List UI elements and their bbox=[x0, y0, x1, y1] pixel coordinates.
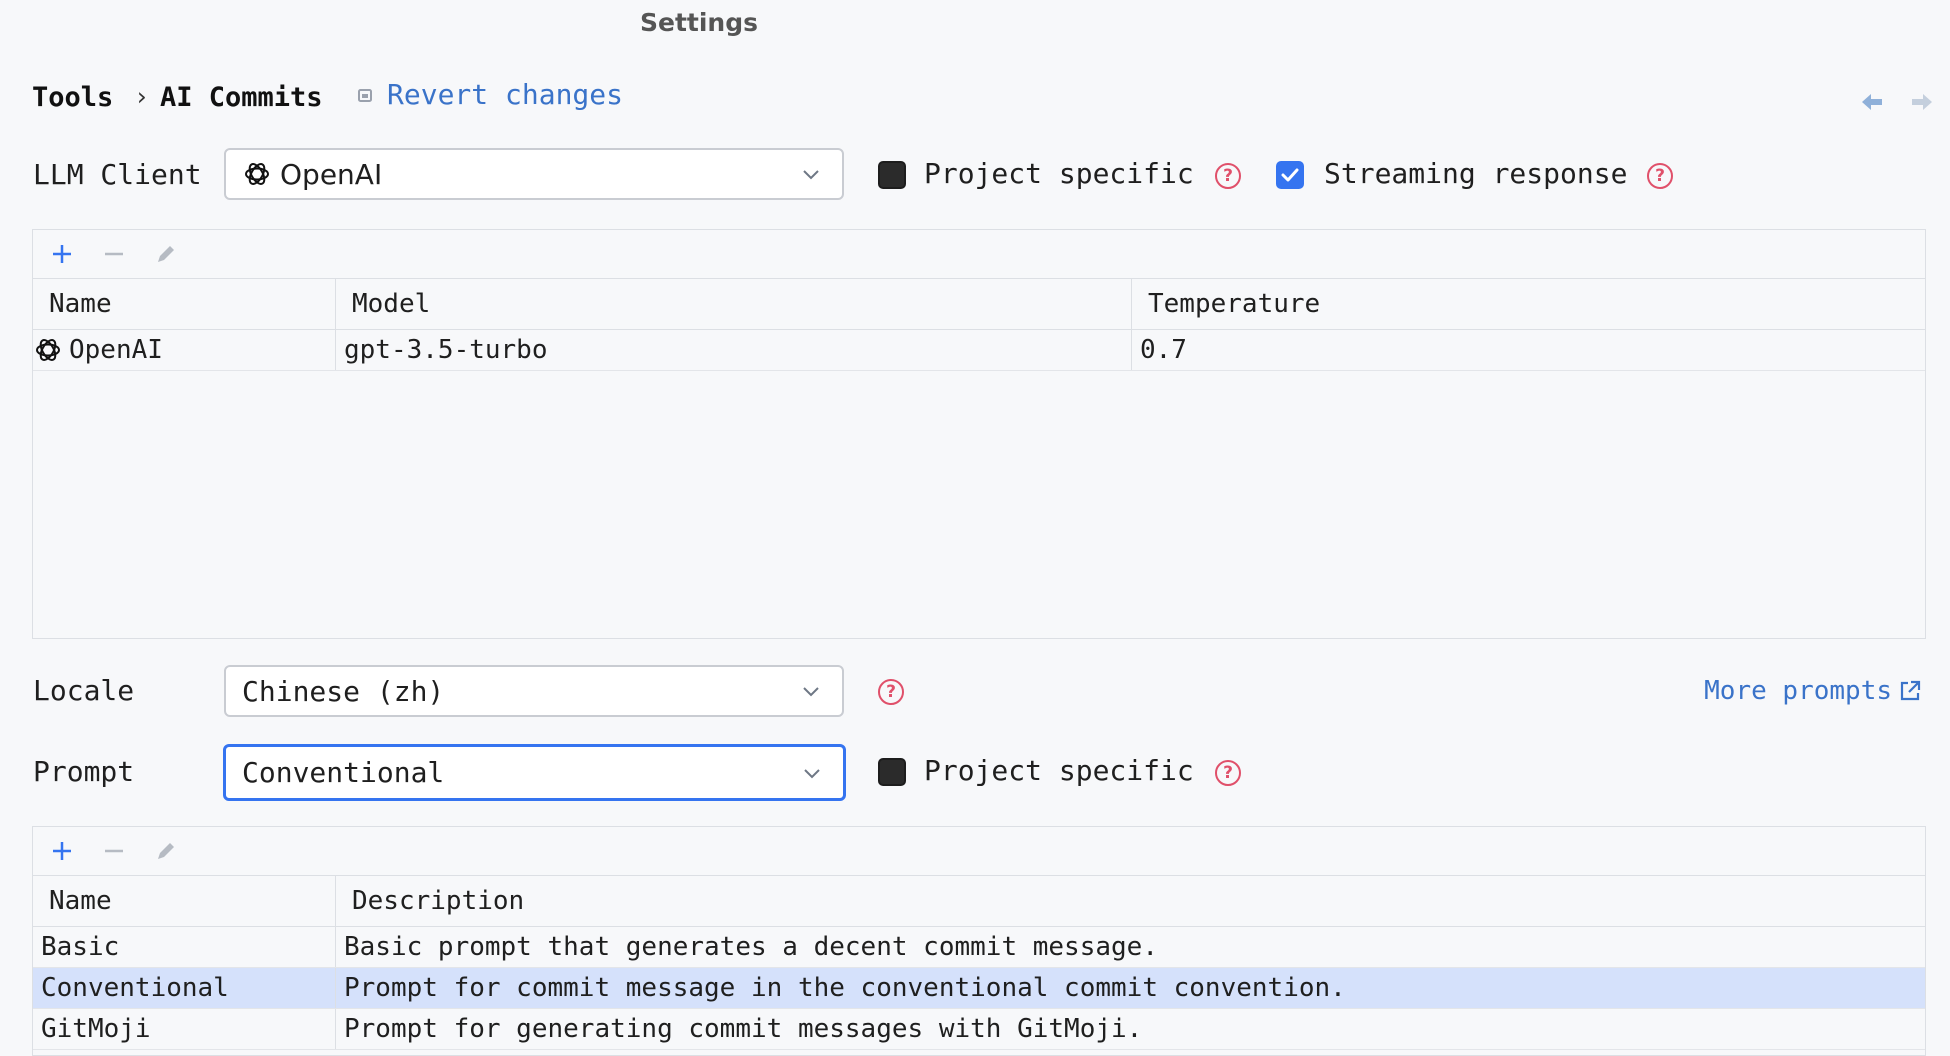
locale-dropdown[interactable]: Chinese (zh) bbox=[224, 665, 844, 717]
revert-changes-label: Revert changes bbox=[387, 78, 624, 111]
breadcrumb-parent[interactable]: Tools bbox=[32, 82, 113, 113]
pencil-icon bbox=[158, 246, 174, 262]
breadcrumb-separator: › bbox=[134, 82, 150, 111]
table-row-selected[interactable]: Conventional Prompt for commit message i… bbox=[33, 968, 1925, 1009]
external-link-icon bbox=[1900, 680, 1921, 701]
client-model: gpt-3.5-turbo bbox=[335, 330, 1131, 370]
remove-prompt-button[interactable] bbox=[99, 836, 129, 866]
add-client-button[interactable] bbox=[47, 239, 77, 269]
prompt-name: GitMoji bbox=[41, 1014, 151, 1044]
streaming-response-checkbox[interactable] bbox=[1276, 161, 1304, 189]
prompt-dropdown[interactable]: Conventional bbox=[223, 744, 846, 801]
arrow-left-icon bbox=[1862, 94, 1882, 110]
table-row[interactable]: OpenAI gpt-3.5-turbo 0.7 bbox=[33, 330, 1925, 371]
column-header-description[interactable]: Description bbox=[335, 876, 1925, 926]
prompts-panel: Name Description Basic Basic prompt that… bbox=[32, 826, 1926, 1056]
locale-label: Locale bbox=[33, 674, 135, 707]
openai-icon bbox=[245, 163, 269, 185]
edit-prompt-button[interactable] bbox=[151, 836, 181, 866]
client-name-cell: OpenAI bbox=[33, 330, 335, 370]
edit-client-button[interactable] bbox=[151, 239, 181, 269]
forward-button[interactable] bbox=[1910, 86, 1934, 119]
column-header-name[interactable]: Name bbox=[33, 876, 335, 926]
column-header-model[interactable]: Model bbox=[335, 279, 1131, 329]
breadcrumb-current: AI Commits bbox=[160, 82, 323, 113]
remove-client-button[interactable] bbox=[99, 239, 129, 269]
help-icon[interactable]: ? bbox=[1647, 163, 1673, 189]
prompt-description: Basic prompt that generates a decent com… bbox=[335, 927, 1925, 967]
llm-clients-panel: Name Model Temperature OpenAI gpt-3.5-tu… bbox=[32, 229, 1926, 639]
openai-icon bbox=[36, 339, 60, 361]
reset-icon bbox=[358, 88, 372, 102]
streaming-response-label: Streaming response bbox=[1324, 157, 1628, 190]
checkmark-icon bbox=[1281, 168, 1299, 182]
prompt-project-specific-label: Project specific bbox=[924, 754, 1194, 787]
llm-clients-toolbar bbox=[33, 230, 1925, 279]
window-title: Settings bbox=[639, 8, 758, 37]
locale-value: Chinese (zh) bbox=[242, 674, 445, 708]
prompt-description: Prompt for commit message in the convent… bbox=[335, 968, 1925, 1008]
help-icon[interactable]: ? bbox=[1215, 760, 1241, 786]
llm-clients-header: Name Model Temperature bbox=[33, 279, 1925, 330]
llm-client-value: OpenAI bbox=[280, 157, 383, 191]
prompt-name: Basic bbox=[41, 932, 120, 962]
chevron-down-icon bbox=[796, 685, 826, 697]
minus-icon bbox=[105, 849, 123, 853]
column-header-temperature[interactable]: Temperature bbox=[1131, 279, 1925, 329]
table-row[interactable]: GitMoji Prompt for generating commit mes… bbox=[33, 1009, 1925, 1050]
back-button[interactable] bbox=[1860, 86, 1884, 119]
plus-icon bbox=[53, 245, 71, 263]
table-row[interactable]: Basic Basic prompt that generates a dece… bbox=[33, 927, 1925, 968]
llm-client-dropdown[interactable]: OpenAI bbox=[224, 148, 844, 200]
prompt-label: Prompt bbox=[33, 755, 135, 788]
prompt-project-specific-checkbox[interactable] bbox=[878, 758, 906, 786]
client-temperature: 0.7 bbox=[1131, 330, 1925, 370]
help-icon[interactable]: ? bbox=[878, 679, 904, 705]
pencil-icon bbox=[158, 843, 174, 859]
prompt-description: Prompt for generating commit messages wi… bbox=[335, 1009, 1925, 1049]
llm-project-specific-checkbox[interactable] bbox=[878, 161, 906, 189]
add-prompt-button[interactable] bbox=[47, 836, 77, 866]
column-header-name[interactable]: Name bbox=[33, 279, 335, 329]
chevron-down-icon bbox=[797, 767, 827, 779]
more-prompts-link[interactable]: More prompts bbox=[1704, 676, 1922, 706]
llm-client-label: LLM Client bbox=[33, 158, 202, 191]
plus-icon bbox=[53, 842, 71, 860]
revert-changes-link[interactable]: Revert changes bbox=[357, 78, 623, 111]
help-icon[interactable]: ? bbox=[1215, 163, 1241, 189]
more-prompts-label: More prompts bbox=[1704, 676, 1892, 706]
llm-project-specific-label: Project specific bbox=[924, 157, 1194, 190]
prompts-header: Name Description bbox=[33, 876, 1925, 927]
minus-icon bbox=[105, 252, 123, 256]
chevron-down-icon bbox=[796, 168, 826, 180]
prompt-value: Conventional bbox=[242, 756, 445, 789]
arrow-right-icon bbox=[1912, 94, 1932, 110]
prompts-toolbar bbox=[33, 827, 1925, 876]
client-name: OpenAI bbox=[69, 335, 163, 365]
prompt-name: Conventional bbox=[41, 973, 229, 1003]
